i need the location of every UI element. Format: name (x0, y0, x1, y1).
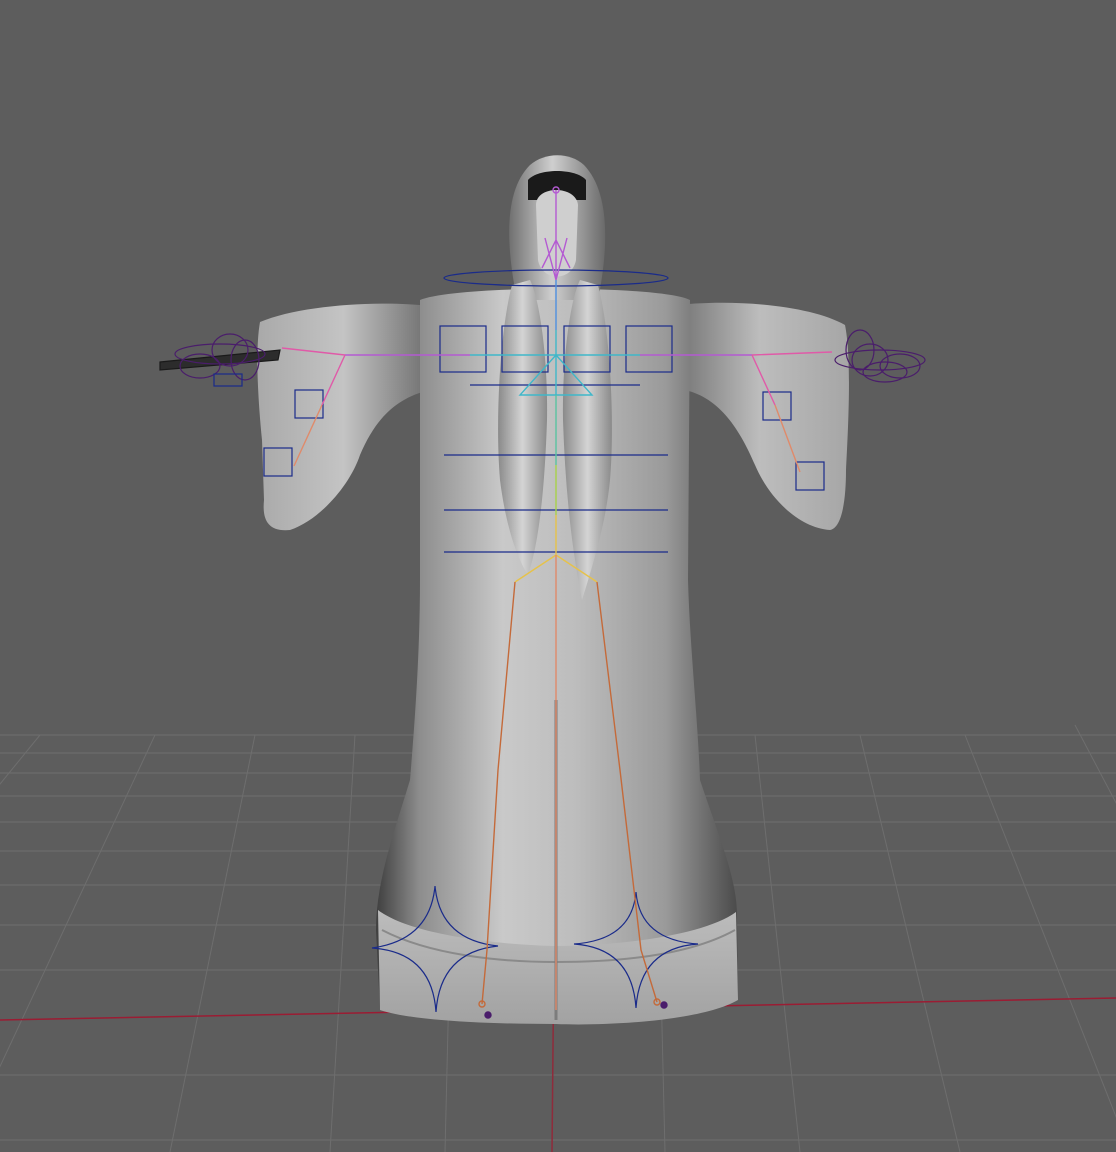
3d-viewport[interactable] (0, 0, 1116, 1152)
face (536, 190, 578, 277)
right-sleeve (670, 302, 849, 530)
left-sleeve (257, 303, 430, 531)
viewport-canvas[interactable] (0, 0, 1116, 1152)
